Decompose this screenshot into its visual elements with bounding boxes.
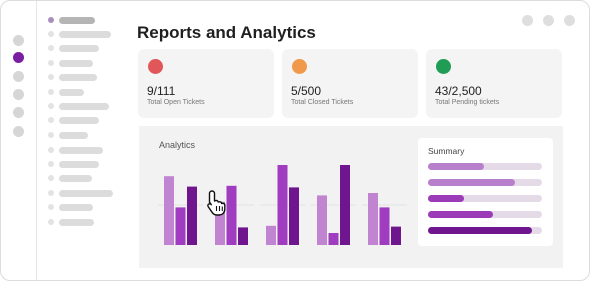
- sidebar-item[interactable]: [48, 188, 113, 198]
- summary-progress-bar: [428, 179, 542, 186]
- sidebar-item[interactable]: [48, 115, 99, 125]
- sidebar-item-placeholder: [59, 116, 99, 124]
- sidebar-item-bullet: [48, 60, 54, 66]
- summary-card: Summary: [418, 138, 553, 246]
- sidebar-item-placeholder: [59, 88, 84, 96]
- sidebar-item[interactable]: [48, 145, 103, 155]
- stat-value: 5/500: [291, 84, 322, 98]
- chart-bar[interactable]: [317, 195, 327, 245]
- summary-progress-bar: [428, 211, 542, 218]
- summary-progress-bar: [428, 227, 542, 234]
- sidebar-item-placeholder: [59, 30, 111, 38]
- sidebar-item[interactable]: [48, 130, 88, 140]
- sidebar-item[interactable]: [48, 87, 84, 97]
- sidebar-item-placeholder: [59, 59, 93, 67]
- chart-bar[interactable]: [289, 187, 299, 245]
- sidebar-item-bullet: [48, 103, 54, 109]
- sidebar-item-bullet: [48, 190, 54, 196]
- stat-card-closed[interactable]: 5/500 Total Closed Tickets: [282, 49, 418, 118]
- sidebar-item-placeholder: [59, 131, 88, 139]
- rail-nav-icon[interactable]: [13, 107, 24, 118]
- summary-progress-bar: [428, 195, 542, 202]
- chart-bar[interactable]: [277, 165, 288, 245]
- sidebar-item-bullet: [48, 45, 54, 51]
- chart-bar[interactable]: [175, 207, 186, 245]
- summary-progress-fill: [428, 227, 532, 234]
- icon-rail: [1, 1, 37, 280]
- analytics-title: Analytics: [159, 140, 196, 150]
- stat-label: Total Pending tickets: [435, 99, 500, 106]
- sidebar-item-bullet: [48, 17, 54, 23]
- sidebar-item-placeholder: [59, 160, 99, 168]
- chart-bar[interactable]: [164, 176, 174, 245]
- sidebar-item-bullet: [48, 204, 54, 210]
- status-dot-icon: [436, 59, 451, 74]
- sidebar-item[interactable]: [48, 217, 94, 227]
- window-dot-icon[interactable]: [564, 15, 575, 26]
- sidebar-item[interactable]: [48, 58, 93, 68]
- sidebar-item-bullet: [48, 74, 54, 80]
- status-dot-icon: [148, 59, 163, 74]
- sidebar-item-bullet: [48, 219, 54, 225]
- window-dot-icon[interactable]: [543, 15, 554, 26]
- sidebar-item[interactable]: [48, 159, 99, 169]
- chart-bar[interactable]: [266, 225, 276, 245]
- sidebar-item-bullet: [48, 175, 54, 181]
- sidebar-item-bullet: [48, 117, 54, 123]
- sidebar-item-placeholder: [59, 203, 93, 211]
- sidebar-item-bullet: [48, 89, 54, 95]
- summary-progress-fill: [428, 195, 465, 202]
- chart-bar[interactable]: [379, 207, 390, 245]
- sidebar-item-bullet: [48, 31, 54, 37]
- rail-nav-icon[interactable]: [13, 35, 24, 46]
- status-dot-icon: [292, 59, 307, 74]
- chart-bar[interactable]: [187, 186, 197, 245]
- sidebar-item-placeholder: [59, 189, 113, 197]
- sidebar-item[interactable]: [48, 202, 93, 212]
- sidebar-item-placeholder: [59, 146, 103, 154]
- hand-pointer-icon: [207, 190, 226, 216]
- sidebar-item-bullet: [48, 161, 54, 167]
- sidebar-item[interactable]: [48, 15, 95, 25]
- chart-bar[interactable]: [238, 227, 248, 245]
- chart-bar[interactable]: [391, 226, 401, 245]
- sidebar-item-bullet: [48, 147, 54, 153]
- chart-bar[interactable]: [340, 165, 350, 245]
- sidebar-item[interactable]: [48, 29, 111, 39]
- sidebar-item-placeholder: [59, 16, 95, 24]
- sidebar-item-placeholder: [59, 102, 109, 110]
- stat-value: 43/2,500: [435, 84, 482, 98]
- summary-progress-fill: [428, 163, 484, 170]
- chart-bar[interactable]: [328, 233, 339, 245]
- stat-label: Total Open Tickets: [147, 99, 205, 106]
- sidebar-item[interactable]: [48, 173, 92, 183]
- sidebar-item-placeholder: [59, 218, 94, 226]
- sidebar-item[interactable]: [48, 101, 109, 111]
- summary-progress-bar: [428, 163, 542, 170]
- window-dot-icon[interactable]: [522, 15, 533, 26]
- chart-bar[interactable]: [368, 193, 378, 245]
- stat-value: 9/111: [147, 84, 176, 98]
- summary-title: Summary: [428, 146, 465, 156]
- stat-card-open[interactable]: 9/111 Total Open Tickets: [138, 49, 274, 118]
- chart-bar[interactable]: [226, 185, 237, 245]
- sidebar-item[interactable]: [48, 72, 97, 82]
- app-window: Reports and Analytics 9/111 Total Open T…: [0, 0, 590, 281]
- rail-nav-icon[interactable]: [13, 71, 24, 82]
- sidebar-item-bullet: [48, 132, 54, 138]
- summary-progress-fill: [428, 179, 515, 186]
- sidebar-item-placeholder: [59, 174, 92, 182]
- sidebar-item[interactable]: [48, 43, 99, 53]
- rail-nav-icon-active[interactable]: [13, 52, 24, 63]
- stat-label: Total Closed Tickets: [291, 99, 354, 106]
- analytics-panel: Analytics Summary: [139, 126, 563, 268]
- rail-nav-icon[interactable]: [13, 89, 24, 100]
- rail-nav-icon[interactable]: [13, 126, 24, 137]
- sidebar-item-placeholder: [59, 44, 99, 52]
- sidebar-item-placeholder: [59, 73, 97, 81]
- stat-card-pending[interactable]: 43/2,500 Total Pending tickets: [426, 49, 562, 118]
- page-title: Reports and Analytics: [137, 23, 316, 42]
- summary-progress-fill: [428, 211, 493, 218]
